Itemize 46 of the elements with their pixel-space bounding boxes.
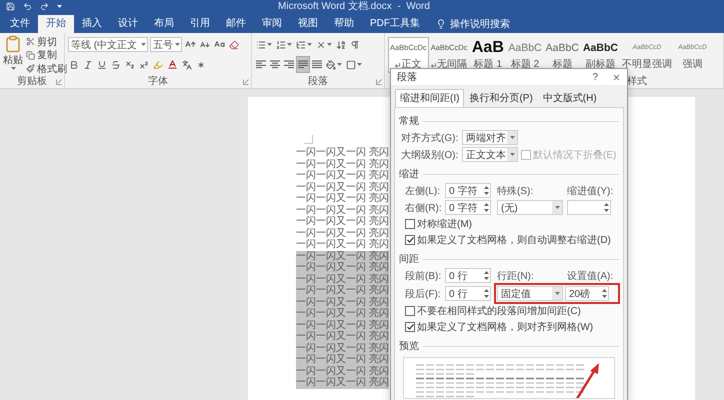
style-preview: AaB [472,39,504,57]
style-name: 不明显强调 [622,59,672,71]
document-text-line: 一闪一闪又一闪 亮闪 [296,216,389,228]
document-text-line: 一闪一闪又一闪 亮闪 [296,147,389,158]
style-name: 强调 [682,59,702,71]
style-name: 无间隔 [437,59,468,71]
document-text-line: 一闪一闪又一闪 亮闪 [296,239,389,250]
style-preview: AaBbC [546,41,579,56]
checkbox-label: 不要在相同样式的段落间增加间距(C) [417,304,581,318]
section-heading: 间距 [399,253,419,266]
dialog-title: 段落 [397,70,418,84]
style-preview: AaBbC [582,41,618,56]
section-heading: 缩进 [399,168,419,181]
style-name: 副标题 [585,59,616,71]
document-text-line: 一闪一闪又一闪 亮闪 [296,193,389,204]
field-label: 缩进值(Y): [567,184,614,198]
window-title: Microsoft Word 文档.docx - Word [277,0,431,13]
checkbox-label: 如果定义了文档网格，则对齐到网格(W) [417,320,594,334]
field-label: 特殊(S): [497,184,534,198]
field-label: 设置值(A): [567,270,614,282]
field-label: 对齐方式(G): [401,132,459,144]
field-label: 左侧(L): [405,184,441,198]
field-label: 行距(N): [497,270,535,282]
document-text-line: 一闪一闪又一闪 亮闪 [296,158,389,170]
style-name: 标题 1 [474,59,502,71]
checkbox-label: 对称缩进(M) [417,218,472,231]
section-heading: 常规 [399,114,419,128]
field-label: 段前(B): [405,270,442,282]
group-label: 段落 [308,76,328,88]
style-name: 标题 [552,59,572,71]
style-name: 标题 2 [510,59,540,71]
document-text-line: 一闪一闪又一闪 亮闪 [296,204,389,216]
style-name: 正文 [401,59,422,71]
group-label: 字体 [148,76,168,88]
document-text-line: 一闪一闪又一闪 亮闪 [296,228,389,238]
group-label: 样式 [627,76,647,88]
group-label: 剪贴板 [17,76,47,88]
style-preview: AaBbC [508,41,542,56]
document-text-line: 一闪一闪又一闪 亮闪 [296,182,389,192]
field-label: 段后(F): [405,288,442,300]
field-label: 大纲级别(O): [401,148,459,162]
document-text-line: 一闪一闪又一闪 亮闪 [296,170,389,182]
checkbox-label: 默认情况下折叠(E) [533,148,616,162]
section-heading: 预览 [399,340,419,353]
checkbox-label: 如果定义了文档网格，则自动调整右缩进(D) [417,234,611,247]
field-label: 右侧(R): [405,202,443,214]
